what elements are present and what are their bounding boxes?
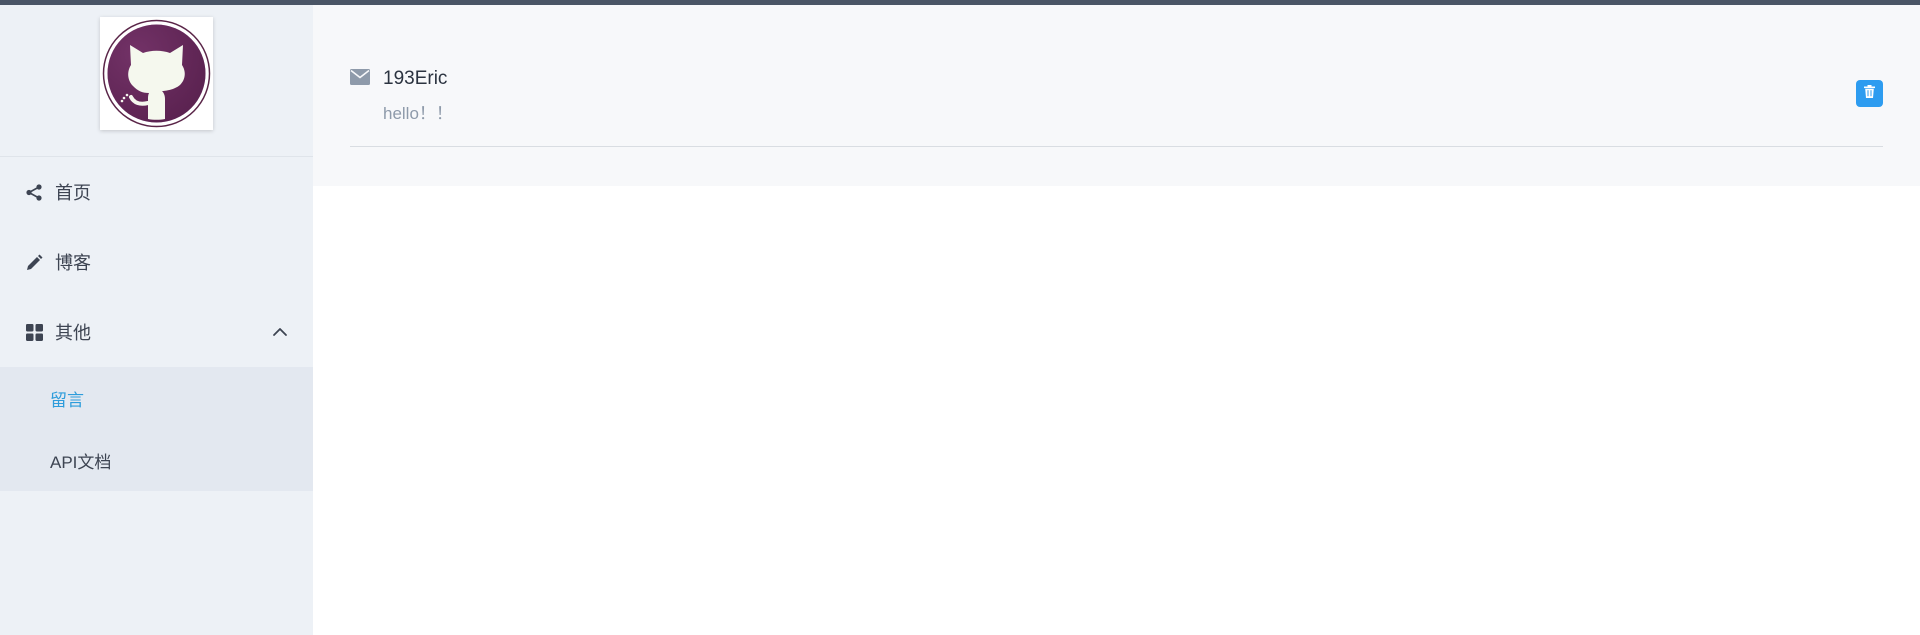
delete-button[interactable] — [1856, 80, 1883, 107]
github-octocat-icon[interactable] — [100, 17, 213, 130]
sidebar-item-guestbook[interactable]: 留言 — [0, 367, 313, 429]
sidebar-item-other[interactable]: 其他 — [0, 297, 313, 367]
sidebar: 首页 博客 其他 留言 API文档 — [0, 5, 313, 635]
logo-area — [0, 5, 313, 157]
grid-icon — [25, 323, 43, 341]
chevron-up-icon[interactable] — [272, 324, 288, 340]
sidebar-item-label: 其他 — [55, 323, 91, 343]
sidebar-item-home[interactable]: 首页 — [0, 157, 313, 227]
sidebar-item-blog[interactable]: 博客 — [0, 227, 313, 297]
sidebar-item-label: 首页 — [55, 183, 91, 203]
message-text: hello！！ — [383, 104, 453, 123]
sidebar-item-api-docs[interactable]: API文档 — [0, 429, 313, 491]
sidebar-menu: 首页 博客 其他 — [0, 157, 313, 367]
message-panel: 193Eric hello！！ — [313, 5, 1920, 186]
list-item: 193Eric hello！！ — [350, 5, 1883, 147]
message-author: 193Eric — [383, 68, 448, 89]
pencil-icon — [25, 253, 43, 271]
submenu-other: 留言 API文档 — [0, 367, 313, 491]
trash-icon — [1864, 84, 1875, 103]
sidebar-item-label: 博客 — [55, 253, 91, 273]
envelope-icon — [350, 69, 370, 85]
main-content: 193Eric hello！！ — [313, 5, 1920, 635]
share-icon — [25, 183, 43, 201]
